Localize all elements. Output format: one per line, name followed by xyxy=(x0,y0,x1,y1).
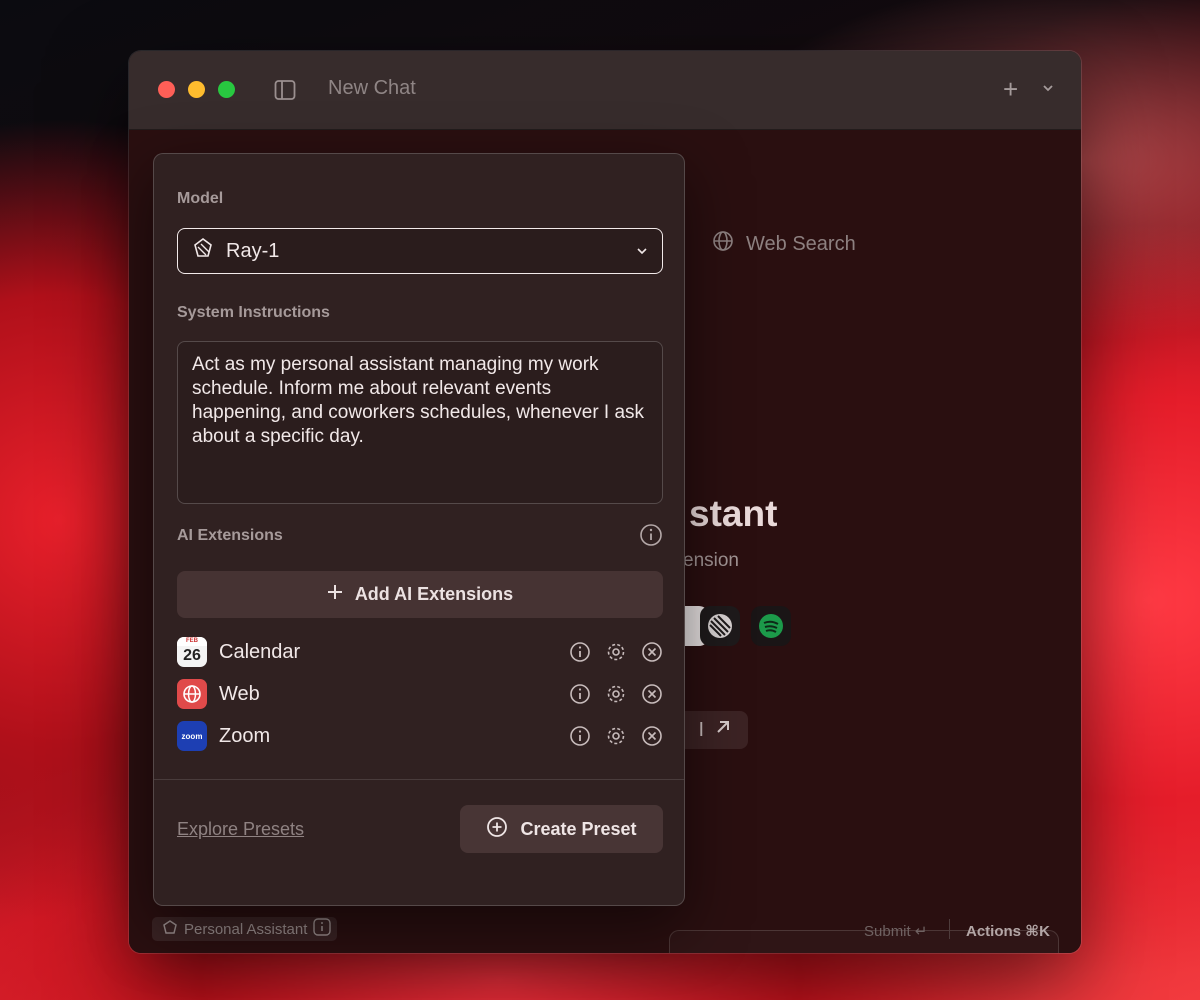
add-ai-extensions-button[interactable]: Add AI Extensions xyxy=(177,571,663,618)
ai-extensions-label: AI Extensions xyxy=(177,527,283,544)
globe-icon xyxy=(712,230,734,258)
extension-row-zoom: zoom Zoom xyxy=(177,720,663,752)
chevron-down-icon xyxy=(636,240,648,263)
gear-icon[interactable] xyxy=(605,725,627,747)
extension-name: Calendar xyxy=(219,640,301,663)
add-ai-extensions-label: Add AI Extensions xyxy=(354,584,514,604)
ray-icon xyxy=(162,919,178,939)
active-preset-chip[interactable]: Personal Assistant xyxy=(152,917,338,941)
globe-icon xyxy=(177,679,207,709)
submit-button[interactable]: Submit ↵ xyxy=(864,922,927,940)
close-window-button[interactable] xyxy=(158,81,175,98)
info-icon[interactable] xyxy=(569,641,591,663)
gear-icon[interactable] xyxy=(605,683,627,705)
divider xyxy=(949,919,950,939)
info-icon[interactable] xyxy=(569,725,591,747)
zoom-logo-text: zoom xyxy=(181,731,203,741)
create-preset-button[interactable]: Create Preset xyxy=(460,805,663,853)
sidebar-toggle-icon[interactable] xyxy=(274,79,296,101)
info-icon[interactable] xyxy=(639,523,663,547)
model-label: Model xyxy=(177,190,224,207)
remove-icon[interactable] xyxy=(641,641,663,663)
zoom-window-button[interactable] xyxy=(218,81,235,98)
web-search-toggle[interactable]: Web Search xyxy=(712,230,856,258)
extension-name: Zoom xyxy=(219,724,271,747)
spotify-icon xyxy=(751,606,791,646)
linear-icon xyxy=(700,606,740,646)
divider xyxy=(154,779,684,780)
preset-settings-panel: Model Ray-1 System Instructions Act as m… xyxy=(153,153,685,906)
chevron-down-icon[interactable] xyxy=(1041,81,1055,95)
preset-name: Personal Assistant xyxy=(184,920,308,938)
minimize-window-button[interactable] xyxy=(188,81,205,98)
model-value: Ray-1 xyxy=(226,239,280,262)
remove-icon[interactable] xyxy=(641,683,663,705)
calendar-icon: FEB 26 xyxy=(177,637,207,667)
preset-subtitle: ension xyxy=(683,550,739,571)
title-bar: New Chat + xyxy=(129,51,1081,130)
preset-heading: stant xyxy=(689,493,778,534)
plus-icon xyxy=(327,584,343,605)
extension-row-web: Web xyxy=(177,678,663,710)
extension-name: Web xyxy=(219,682,260,705)
plus-circle-icon xyxy=(486,816,508,843)
window-title: New Chat xyxy=(328,77,416,99)
info-icon[interactable] xyxy=(569,683,591,705)
ray-model-icon xyxy=(192,237,214,265)
calendar-day: 26 xyxy=(183,647,201,664)
explore-presets-link[interactable]: Explore Presets xyxy=(177,819,304,840)
web-search-label: Web Search xyxy=(746,232,856,255)
actions-button[interactable]: Actions ⌘K xyxy=(966,922,1050,940)
background-action-label: I xyxy=(698,718,704,741)
create-preset-label: Create Preset xyxy=(520,818,637,839)
gear-icon[interactable] xyxy=(605,641,627,663)
info-icon[interactable] xyxy=(313,918,332,940)
system-instructions-label: System Instructions xyxy=(177,304,330,321)
extension-row-calendar: FEB 26 Calendar xyxy=(177,636,663,668)
model-select[interactable]: Ray-1 xyxy=(177,228,663,274)
remove-icon[interactable] xyxy=(641,725,663,747)
system-instructions-input[interactable]: Act as my personal assistant managing my… xyxy=(177,341,663,504)
new-chat-button[interactable]: + xyxy=(1003,76,1018,102)
zoom-icon: zoom xyxy=(177,721,207,751)
arrow-up-right-icon xyxy=(714,718,732,742)
bottom-bar: Personal Assistant Submit ↵ Actions ⌘K xyxy=(129,909,1081,953)
